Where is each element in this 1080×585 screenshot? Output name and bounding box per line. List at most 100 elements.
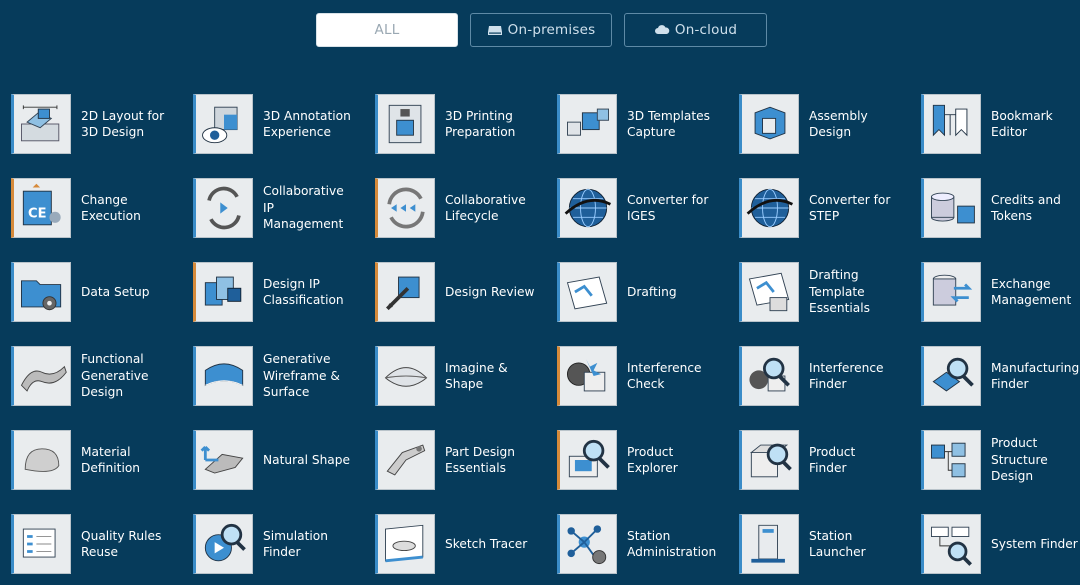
app-tile-label: Data Setup (81, 284, 150, 299)
app-tile[interactable]: Data Setup (11, 261, 186, 323)
app-tile-label: Collaborative Lifecycle (445, 192, 526, 224)
app-tile-label: Imagine & Shape (445, 360, 508, 392)
app-tile-label: Product Explorer (627, 444, 678, 476)
change-execution-icon: CE (11, 178, 71, 238)
app-tile-label: 2D Layout for 3D Design (81, 108, 165, 140)
annotation-3d-icon (193, 94, 253, 154)
manufacturing-finder-icon (921, 346, 981, 406)
app-tile-label: Sketch Tracer (445, 536, 528, 551)
app-tile[interactable]: Assembly Design (739, 93, 914, 155)
filter-on-premises-label: On-premises (507, 22, 596, 38)
app-tile[interactable]: System Finder (921, 513, 1080, 575)
material-icon (11, 430, 71, 490)
app-tile[interactable]: Collaborative Lifecycle (375, 177, 550, 239)
deployment-filter-bar: ALL On-premises On-cloud (0, 13, 1080, 49)
app-tile[interactable]: Collaborative IP Management (193, 177, 368, 239)
app-tile-label: Material Definition (81, 444, 141, 476)
sketch-tracer-icon (375, 514, 435, 574)
app-tile[interactable]: Product Structure Design (921, 429, 1080, 491)
app-tile[interactable]: Simulation Finder (193, 513, 368, 575)
generative-part-icon (11, 346, 71, 406)
bookmark-icon (921, 94, 981, 154)
product-finder-icon (739, 430, 799, 490)
shape-icon (375, 346, 435, 406)
app-tile[interactable]: Product Explorer (557, 429, 732, 491)
app-tile-label: Converter for STEP (809, 192, 891, 224)
app-tile[interactable]: Exchange Management (921, 261, 1080, 323)
app-tile-label: Station Administration (627, 528, 717, 560)
collab-lifecycle-icon (375, 178, 435, 238)
app-tile[interactable]: Bookmark Editor (921, 93, 1080, 155)
app-tile[interactable]: Generative Wireframe & Surface (193, 345, 368, 407)
filter-on-cloud-button[interactable]: On-cloud (624, 13, 767, 47)
app-tile-label: Drafting (627, 284, 677, 299)
app-tile[interactable]: Sketch Tracer (375, 513, 550, 575)
app-tile-label: Interference Check (627, 360, 702, 392)
app-tile[interactable]: 3D Printing Preparation (375, 93, 550, 155)
simulation-finder-icon (193, 514, 253, 574)
app-tile[interactable]: Converter for STEP (739, 177, 914, 239)
filter-all-button[interactable]: ALL (316, 13, 458, 47)
filter-on-cloud-label: On-cloud (674, 22, 738, 38)
app-tile-label: Interference Finder (809, 360, 884, 392)
app-tile-label: Collaborative IP Management (263, 184, 344, 232)
classification-icon (193, 262, 253, 322)
app-tile[interactable]: Design IP Classification (193, 261, 368, 323)
interference-finder-icon (739, 346, 799, 406)
app-tile[interactable]: Converter for IGES (557, 177, 732, 239)
app-tile[interactable]: Imagine & Shape (375, 345, 550, 407)
app-tile[interactable]: Interference Finder (739, 345, 914, 407)
app-tile-label: Functional Generative Design (81, 352, 149, 400)
app-tile-label: 3D Templates Capture (627, 108, 710, 140)
app-tile[interactable]: Station Launcher (739, 513, 914, 575)
app-tile[interactable]: Interference Check (557, 345, 732, 407)
assembly-icon (739, 94, 799, 154)
network-gear-icon (557, 514, 617, 574)
checklist-icon (11, 514, 71, 574)
app-tile[interactable]: 2D Layout for 3D Design (11, 93, 186, 155)
app-tile[interactable]: Natural Shape (193, 429, 368, 491)
app-tile[interactable]: Manufacturing Finder (921, 345, 1080, 407)
app-tile-label: Quality Rules Reuse (81, 528, 162, 560)
drafting-icon (557, 262, 617, 322)
app-tile-label: Simulation Finder (263, 528, 328, 560)
app-tile-label: Design Review (445, 284, 535, 299)
globe-icon (739, 178, 799, 238)
product-structure-icon (921, 430, 981, 490)
app-tile[interactable]: Credits and Tokens (921, 177, 1080, 239)
filter-on-premises-button[interactable]: On-premises (470, 13, 612, 47)
drafting-template-icon (739, 262, 799, 322)
design-review-icon (375, 262, 435, 322)
layout-2d-icon (11, 94, 71, 154)
database-exchange-icon (921, 262, 981, 322)
app-tile-label: Drafting Template Essentials (809, 268, 870, 316)
app-tile[interactable]: Part Design Essentials (375, 429, 550, 491)
app-tile-label: Station Launcher (809, 528, 866, 560)
server-icon (487, 24, 503, 36)
product-explorer-icon (557, 430, 617, 490)
app-tile-label: Change Execution (81, 192, 141, 224)
app-tile[interactable]: Quality Rules Reuse (11, 513, 186, 575)
app-tile[interactable]: Station Administration (557, 513, 732, 575)
app-tile[interactable]: Functional Generative Design (11, 345, 186, 407)
app-tile-label: Manufacturing Finder (991, 360, 1080, 392)
app-tile[interactable]: CE Change Execution (11, 177, 186, 239)
app-tile-label: Converter for IGES (627, 192, 709, 224)
app-tile-label: Credits and Tokens (991, 192, 1061, 224)
station-launcher-icon (739, 514, 799, 574)
app-tile[interactable]: Drafting (557, 261, 732, 323)
app-tile[interactable]: Design Review (375, 261, 550, 323)
globe-icon (557, 178, 617, 238)
app-tile[interactable]: 3D Annotation Experience (193, 93, 368, 155)
app-tile-label: System Finder (991, 536, 1078, 551)
app-tile[interactable]: Material Definition (11, 429, 186, 491)
printer-3d-icon (375, 94, 435, 154)
coins-icon (921, 178, 981, 238)
folder-gear-icon (11, 262, 71, 322)
app-tile-label: Bookmark Editor (991, 108, 1053, 140)
app-tile[interactable]: 3D Templates Capture (557, 93, 732, 155)
app-tile[interactable]: Product Finder (739, 429, 914, 491)
app-tile[interactable]: Drafting Template Essentials (739, 261, 914, 323)
natural-shape-icon (193, 430, 253, 490)
part-design-icon (375, 430, 435, 490)
